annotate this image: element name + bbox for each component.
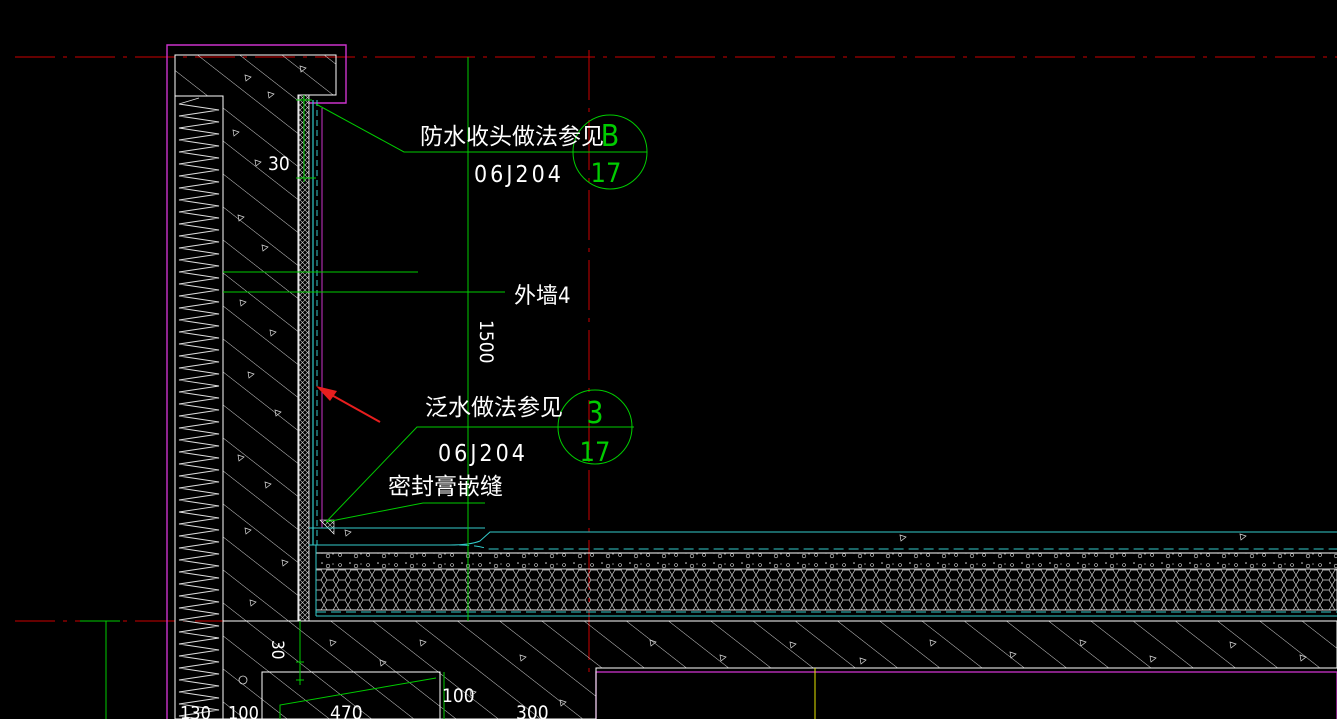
cad-drawing-canvas[interactable]: 防水收头做法参见 06J204 B 17 外墙4 泛水做法参见 06J204 3…	[0, 0, 1337, 719]
dimension-width-300: 300	[516, 702, 549, 719]
upstand-sheet-number: 17	[580, 437, 611, 468]
sealant-note-label: 密封膏嵌缝	[388, 474, 503, 500]
parapet-concrete-wall	[174, 54, 337, 622]
roof-buildup-layers	[309, 527, 1337, 617]
flashing-ref-label: 06J204	[474, 162, 564, 188]
wall-outline	[166, 44, 1337, 719]
flashing-sheet-number: 17	[591, 158, 622, 189]
flashing-detail-number: B	[601, 119, 620, 154]
exterior-wall-label: 外墙4	[514, 284, 571, 309]
roof-slab	[222, 620, 1337, 719]
dimension-parapet-height: 1500	[475, 320, 497, 364]
dimension-width-100-right: 100	[442, 685, 475, 707]
exterior-insulation	[174, 95, 224, 719]
dimension-lines	[80, 57, 648, 719]
upstand-detail-number: 3	[586, 396, 603, 431]
dimension-gap-bottom: 30	[267, 640, 287, 659]
red-arrow-icon	[316, 386, 381, 423]
dimension-width-100-left: 100	[228, 703, 259, 719]
dimension-width-130: 130	[180, 703, 211, 719]
flashing-note-label: 防水收头做法参见	[420, 124, 604, 150]
upstand-ref-label: 06J204	[438, 441, 528, 467]
dimension-width-470: 470	[330, 702, 363, 719]
dimension-gap-top: 30	[268, 153, 290, 175]
upstand-note-label: 泛水做法参见	[425, 395, 563, 421]
